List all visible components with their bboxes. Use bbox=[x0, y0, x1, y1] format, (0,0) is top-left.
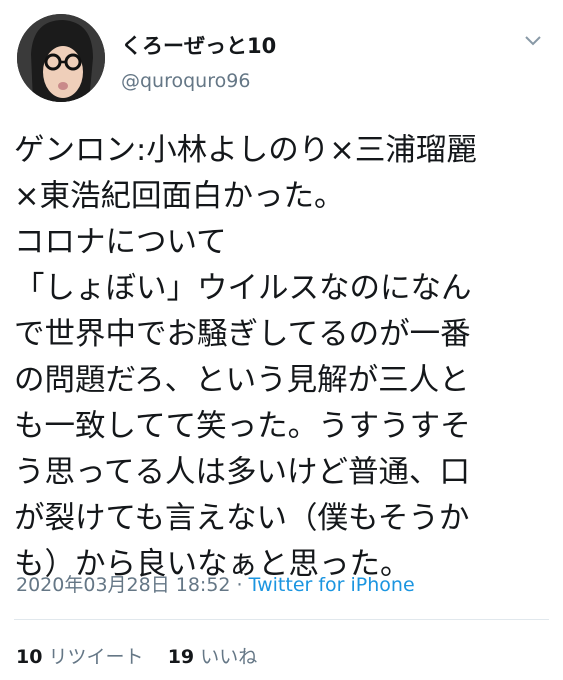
retweets-stat[interactable]: 10 リツイート bbox=[16, 646, 144, 668]
retweets-count: 10 bbox=[16, 646, 43, 668]
source-link[interactable]: Twitter for iPhone bbox=[249, 574, 415, 596]
tweet-stats: 10 リツイート 19 いいね bbox=[16, 642, 257, 669]
tweet-line: コロナについて bbox=[14, 225, 227, 260]
meta-separator: · bbox=[230, 574, 249, 596]
tweet-line: 「しょぼい」ウイルスなのになん bbox=[14, 271, 472, 306]
tweet-meta: 2020年03月28日 18:52 · Twitter for iPhone bbox=[16, 570, 415, 597]
likes-stat[interactable]: 19 いいね bbox=[168, 646, 258, 668]
avatar[interactable] bbox=[17, 14, 105, 102]
tweet-line: ×東浩紀回面白かった。 bbox=[14, 179, 345, 214]
tweet-text: ゲンロン:小林よしのり×三浦瑠麗 ×東浩紀回面白かった。 コロナについて 「しょ… bbox=[14, 128, 554, 588]
tweet-line: が裂けても言えない（僕もそうか bbox=[14, 501, 470, 536]
tweet-line: ゲンロン:小林よしのり×三浦瑠麗 bbox=[14, 133, 477, 168]
tweet-line: う思ってる人は多いけど普通、口 bbox=[14, 455, 470, 490]
timestamp[interactable]: 2020年03月28日 18:52 bbox=[16, 574, 231, 596]
display-name[interactable]: くろーぜっと10 bbox=[121, 30, 276, 60]
tweet-line: で世界中でお騒ぎしてるのが一番 bbox=[14, 317, 471, 352]
tweet-line: の問題だろ、という見解が三人と bbox=[14, 363, 470, 398]
tweet-header: くろーぜっと10 @quroquro96 bbox=[0, 0, 563, 110]
likes-count: 19 bbox=[167, 646, 195, 668]
retweets-label: リツイート bbox=[48, 646, 144, 668]
chevron-down-icon[interactable] bbox=[524, 34, 542, 48]
user-handle[interactable]: @quroquro96 bbox=[121, 70, 250, 92]
likes-label: いいね bbox=[200, 646, 258, 668]
divider bbox=[14, 619, 549, 620]
avatar-image bbox=[17, 14, 105, 102]
tweet-line: も一致してて笑った。うすうすそ bbox=[14, 409, 471, 444]
